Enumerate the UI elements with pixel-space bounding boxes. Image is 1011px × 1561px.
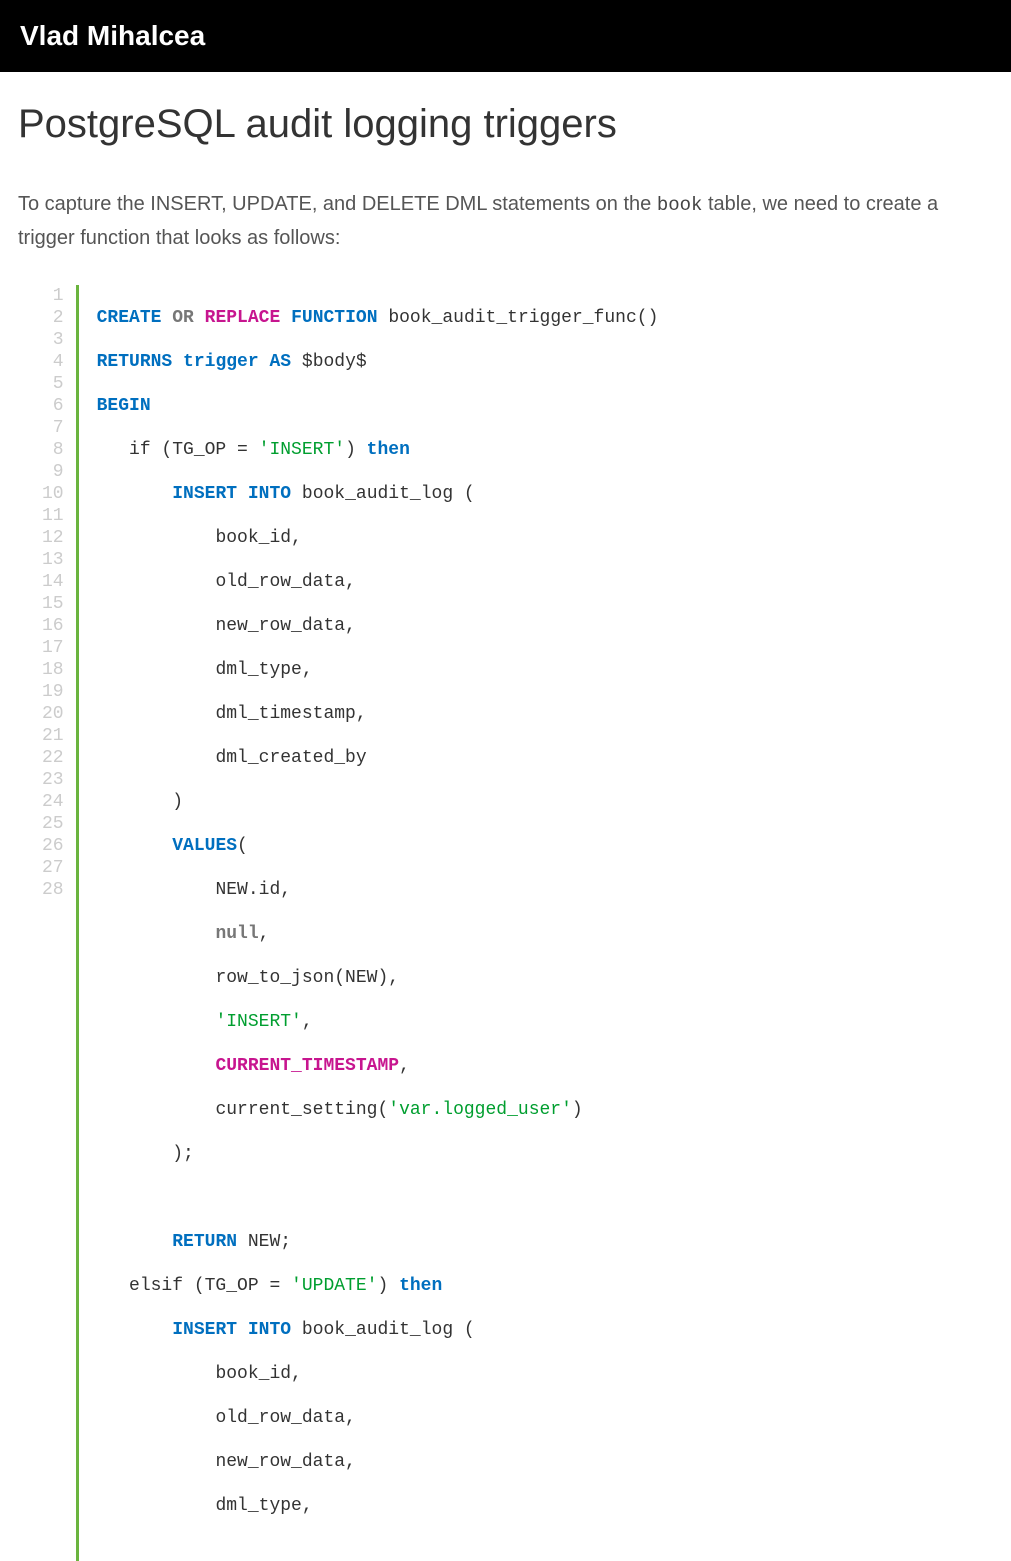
- line-number: 20: [38, 703, 68, 725]
- line-number: 17: [38, 637, 68, 659]
- line-number-gutter: 1234567891011121314151617181920212223242…: [38, 285, 79, 1561]
- code-line: book_id,: [97, 527, 659, 549]
- code-line: INSERT INTO book_audit_log (: [97, 1319, 659, 1341]
- code-line: RETURNS trigger AS $body$: [97, 351, 659, 373]
- code-line: [97, 1187, 659, 1209]
- line-number: 25: [38, 813, 68, 835]
- code-line: 'INSERT',: [97, 1011, 659, 1033]
- line-number: 14: [38, 571, 68, 593]
- line-number: 24: [38, 791, 68, 813]
- code-line: CREATE OR REPLACE FUNCTION book_audit_tr…: [97, 307, 659, 329]
- intro-paragraph: To capture the INSERT, UPDATE, and DELET…: [18, 187, 993, 255]
- line-number: 21: [38, 725, 68, 747]
- code-line: row_to_json(NEW),: [97, 967, 659, 989]
- code-line: ): [97, 791, 659, 813]
- code-line: book_id,: [97, 1363, 659, 1385]
- code-line: CURRENT_TIMESTAMP,: [97, 1055, 659, 1077]
- code-line: new_row_data,: [97, 1451, 659, 1473]
- line-number: 13: [38, 549, 68, 571]
- code-line: elsif (TG_OP = 'UPDATE') then: [97, 1275, 659, 1297]
- code-line: old_row_data,: [97, 1407, 659, 1429]
- page-title: PostgreSQL audit logging triggers: [18, 102, 993, 147]
- line-number: 11: [38, 505, 68, 527]
- code-line: dml_type,: [97, 1495, 659, 1517]
- code-line: VALUES(: [97, 835, 659, 857]
- code-lines: CREATE OR REPLACE FUNCTION book_audit_tr…: [79, 285, 659, 1561]
- article-content: PostgreSQL audit logging triggers To cap…: [0, 72, 1011, 1561]
- line-number: 23: [38, 769, 68, 791]
- line-number: 12: [38, 527, 68, 549]
- code-line: );: [97, 1143, 659, 1165]
- line-number: 16: [38, 615, 68, 637]
- line-number: 6: [38, 395, 68, 417]
- line-number: 27: [38, 857, 68, 879]
- line-number: 1: [38, 285, 68, 307]
- line-number: 3: [38, 329, 68, 351]
- line-number: 4: [38, 351, 68, 373]
- code-line: if (TG_OP = 'INSERT') then: [97, 439, 659, 461]
- line-number: 26: [38, 835, 68, 857]
- code-line: dml_created_by: [97, 747, 659, 769]
- line-number: 7: [38, 417, 68, 439]
- line-number: 5: [38, 373, 68, 395]
- code-line: BEGIN: [97, 395, 659, 417]
- intro-text-pre: To capture the INSERT, UPDATE, and DELET…: [18, 193, 657, 215]
- line-number: 8: [38, 439, 68, 461]
- intro-code-book: book: [657, 194, 703, 216]
- code-line: null,: [97, 923, 659, 945]
- line-number: 18: [38, 659, 68, 681]
- site-title: Vlad Mihalcea: [20, 20, 205, 51]
- code-line: dml_timestamp,: [97, 703, 659, 725]
- site-header: Vlad Mihalcea: [0, 0, 1011, 72]
- line-number: 22: [38, 747, 68, 769]
- line-number: 10: [38, 483, 68, 505]
- code-line: RETURN NEW;: [97, 1231, 659, 1253]
- code-line: old_row_data,: [97, 571, 659, 593]
- line-number: 2: [38, 307, 68, 329]
- code-line: current_setting('var.logged_user'): [97, 1099, 659, 1121]
- code-line: INSERT INTO book_audit_log (: [97, 483, 659, 505]
- line-number: 15: [38, 593, 68, 615]
- code-line: dml_type,: [97, 659, 659, 681]
- code-line: new_row_data,: [97, 615, 659, 637]
- line-number: 19: [38, 681, 68, 703]
- code-block: 1234567891011121314151617181920212223242…: [38, 285, 993, 1561]
- line-number: 9: [38, 461, 68, 483]
- line-number: 28: [38, 879, 68, 901]
- code-line: NEW.id,: [97, 879, 659, 901]
